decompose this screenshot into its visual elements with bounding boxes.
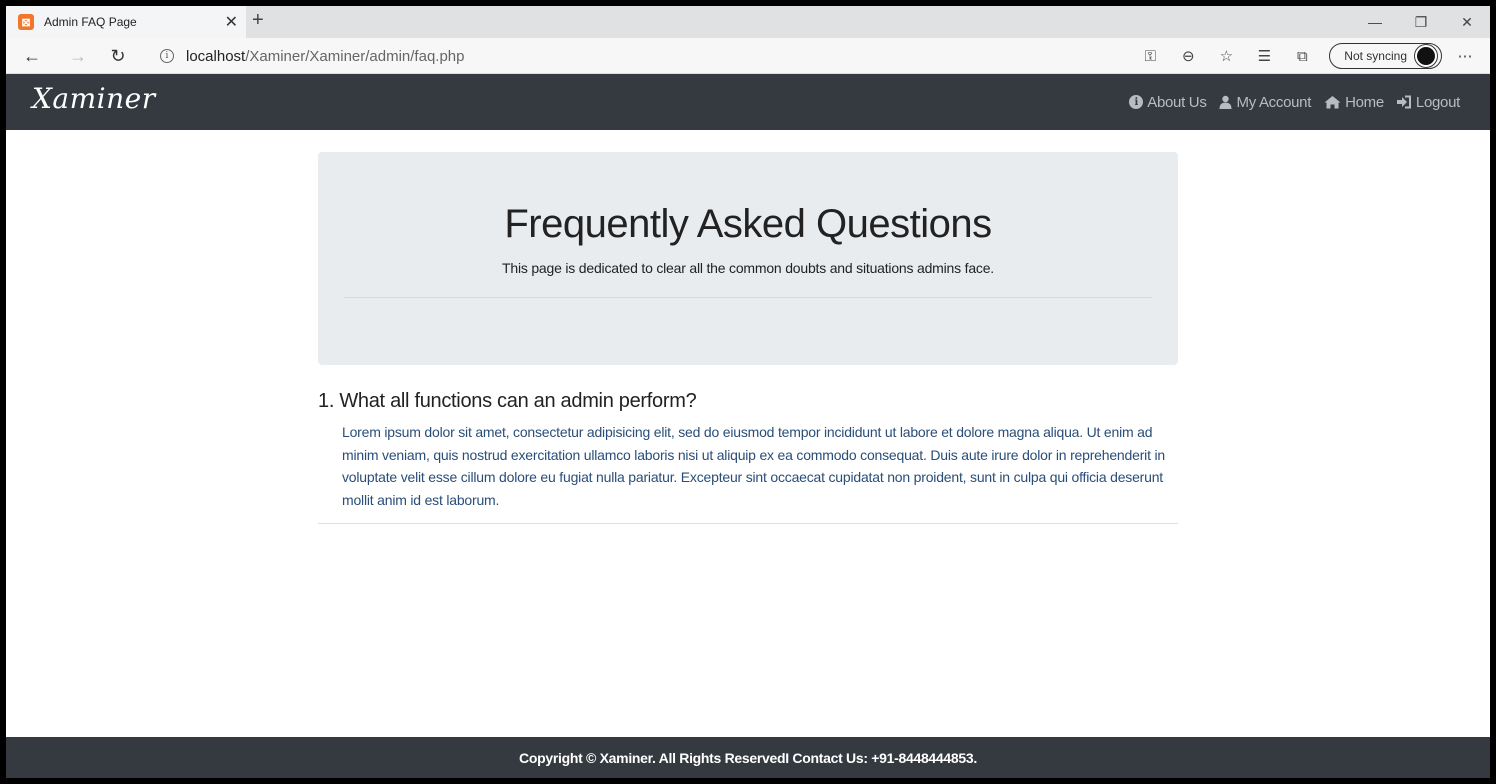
tab-bar: ⊠ Admin FAQ Page ✕ + — ❐ ✕ [6,6,1490,38]
sync-profile-button[interactable]: Not syncing [1329,43,1442,69]
sign-out-icon [1396,95,1412,109]
site-info-icon[interactable]: i [160,49,174,63]
nav-links: i About Us My Account Home Logout [1117,74,1460,130]
avatar [1415,45,1437,67]
browser-toolbar: ⚿ ⊖ ☆ ☰ ⧉ Not syncing ⋯ [1127,42,1480,70]
footer-text: Copyright © Xaminer. All Rights Reserved… [519,749,977,766]
address-bar: ← → ↻ i localhost/Xaminer/Xaminer/admin/… [6,38,1490,74]
favorite-star-icon[interactable]: ☆ [1211,42,1241,70]
minimize-icon[interactable]: — [1352,6,1398,38]
nav-logout-label: Logout [1415,93,1460,111]
faq-question: 1. What all functions can an admin perfo… [318,390,697,412]
favorites-list-icon[interactable]: ☰ [1249,42,1279,70]
url-path: /Xaminer/Xaminer/admin/faq.php [245,47,465,65]
nav-logout[interactable]: Logout [1396,94,1460,111]
nav-home[interactable]: Home [1323,94,1384,111]
page-title: Frequently Asked Questions [504,202,992,246]
user-icon [1219,95,1233,109]
browser-window: ⊠ Admin FAQ Page ✕ + — ❐ ✕ ← → ↻ i local… [6,6,1490,778]
nav-my-account[interactable]: My Account [1219,93,1312,111]
site-footer: Copyright © Xaminer. All Rights Reserved… [6,737,1490,778]
page-subtitle: This page is dedicated to clear all the … [502,260,994,276]
brand-logo[interactable]: Xaminer [32,82,156,115]
more-menu-icon[interactable]: ⋯ [1450,42,1480,70]
new-tab-icon[interactable]: + [252,9,264,32]
info-circle-icon: i [1129,95,1144,109]
refresh-icon[interactable]: ↻ [104,44,132,68]
url-text: localhost/Xaminer/Xaminer/admin/faq.php [186,48,464,65]
divider [318,523,1178,524]
xampp-favicon-icon: ⊠ [18,14,34,30]
nav-my-account-label: My Account [1236,93,1312,111]
nav-home-label: Home [1345,93,1384,111]
back-arrow-icon[interactable]: ← [18,44,46,68]
collections-icon[interactable]: ⧉ [1287,42,1317,70]
site-navbar: Xaminer i About Us My Account Home Logou… [6,74,1490,130]
faq-answer: Lorem ipsum dolor sit amet, consectetur … [342,424,1165,508]
url-host: localhost [186,47,246,65]
close-window-icon[interactable]: ✕ [1444,6,1490,38]
restore-icon[interactable]: ❐ [1398,6,1444,38]
nav-about-us[interactable]: i About Us [1129,93,1207,111]
window-controls: — ❐ ✕ [1352,6,1490,38]
url-field[interactable]: i localhost/Xaminer/Xaminer/admin/faq.ph… [146,42,1126,70]
forward-arrow-icon[interactable]: → [64,44,92,68]
key-icon[interactable]: ⚿ [1135,42,1165,70]
home-icon [1323,95,1341,109]
faq-jumbotron: Frequently Asked Questions This page is … [318,152,1178,365]
browser-tab[interactable]: ⊠ Admin FAQ Page ✕ [6,6,246,38]
sync-label: Not syncing [1344,49,1407,63]
nav-about-us-label: About Us [1147,93,1207,111]
divider [344,297,1152,298]
zoom-icon[interactable]: ⊖ [1173,42,1203,70]
close-tab-icon[interactable]: ✕ [225,12,238,32]
tab-title: Admin FAQ Page [44,15,137,29]
faq-item: 1. What all functions can an admin perfo… [318,390,1178,524]
